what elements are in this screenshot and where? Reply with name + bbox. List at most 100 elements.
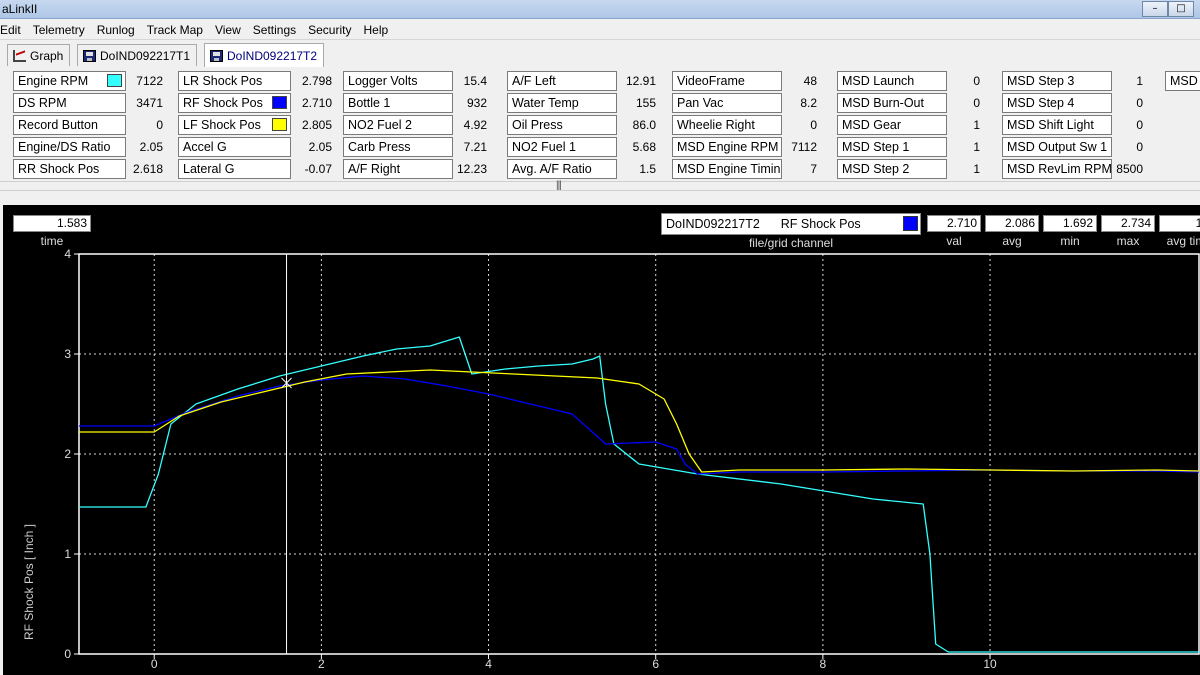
channel-label[interactable]: Oil Press: [507, 115, 617, 135]
stat-label-min: min: [1060, 234, 1080, 248]
channel-label[interactable]: MSD Step 1: [837, 137, 947, 157]
tab-file-t1[interactable]: DoIND092217T1: [77, 44, 198, 66]
channel-label[interactable]: MSD Launch: [837, 71, 947, 91]
channel-label[interactable]: MSD Shift Light: [1002, 115, 1112, 135]
channel-label[interactable]: MSD Step 4: [1002, 93, 1112, 113]
x-tick-label: 0: [151, 657, 158, 671]
channel-label[interactable]: DS RPM: [13, 93, 126, 113]
graph-icon: [13, 49, 26, 62]
channel-label[interactable]: MSD Step 3: [1002, 71, 1112, 91]
series-line-1: [79, 375, 1200, 475]
channel-value: 4.92: [463, 118, 487, 132]
channel-value: 2.805: [301, 118, 332, 132]
y-tick-label: 3: [64, 347, 71, 361]
tab-graph[interactable]: Graph: [7, 44, 71, 66]
channel-label[interactable]: Pan Vac: [672, 93, 782, 113]
y-tick-label: 1: [64, 547, 71, 561]
menu-runlog[interactable]: Runlog: [91, 20, 141, 40]
channel-color-swatch[interactable]: [272, 118, 287, 131]
x-tick-label: 2: [318, 657, 325, 671]
menu-help[interactable]: Help: [357, 20, 394, 40]
stat-value-avg-tim: 12: [1159, 215, 1200, 232]
channel-label[interactable]: Engine/DS Ratio: [13, 137, 126, 157]
channel-label[interactable]: Avg. A/F Ratio: [507, 159, 617, 179]
channel-value: 932: [466, 96, 487, 110]
menu-view[interactable]: View: [209, 20, 247, 40]
channel-value: 1.5: [639, 162, 656, 176]
menu-edit[interactable]: Edit: [0, 20, 27, 40]
stat-label-max: max: [1116, 234, 1140, 248]
channel-label[interactable]: Wheelie Right: [672, 115, 782, 135]
channel-label[interactable]: NO2 Fuel 2: [343, 115, 453, 135]
channel-grid: Engine RPM 7122 DS RPM 3471 Record Button 0 En…: [0, 68, 1200, 182]
channel-value: 0: [1136, 96, 1143, 110]
menu-telemetry[interactable]: Telemetry: [27, 20, 91, 40]
channel-value: 8.2: [800, 96, 817, 110]
channel-label[interactable]: A/F Right: [343, 159, 453, 179]
channel-value: 0: [973, 74, 980, 88]
channel-label[interactable]: Record Button: [13, 115, 126, 135]
channel-label[interactable]: Lateral G: [178, 159, 291, 179]
channel-value: 15.4: [463, 74, 487, 88]
telemetry-chart[interactable]: 0 2 4 6 8 1001234: [3, 205, 1200, 675]
channel-label[interactable]: LR Shock Pos: [178, 71, 291, 91]
menu-track-map[interactable]: Track Map: [141, 20, 209, 40]
channel-label[interactable]: NO2 Fuel 1: [507, 137, 617, 157]
channel-label[interactable]: A/F Left: [507, 71, 617, 91]
channel-value: 2.798: [301, 74, 332, 88]
stat-label-val: val: [946, 234, 962, 248]
x-tick-label: 4: [485, 657, 492, 671]
tab-bar: Graph DoIND092217T1 DoIND092217T2: [0, 41, 1200, 67]
channel-label[interactable]: Logger Volts: [343, 71, 453, 91]
channel-color-swatch[interactable]: [272, 96, 287, 109]
splitter-grip[interactable]: |||: [556, 180, 562, 191]
channel-value: 3471: [136, 96, 163, 110]
channel-value: -0.07: [304, 162, 332, 176]
channel-label[interactable]: MSD RevLim RPM: [1002, 159, 1112, 179]
y-tick-label: 2: [64, 447, 71, 461]
x-tick-label: 6: [652, 657, 659, 671]
stat-value-max: 2.734: [1101, 215, 1155, 232]
channel-label[interactable]: MSD Engine RPM: [672, 137, 782, 157]
menu-settings[interactable]: Settings: [247, 20, 302, 40]
menu-bar: Edit Telemetry Runlog Track Map View Set…: [0, 20, 1200, 40]
channel-label[interactable]: MSD: [1165, 71, 1200, 91]
channel-label[interactable]: MSD Engine Timin: [672, 159, 782, 179]
channel-label[interactable]: MSD Step 2: [837, 159, 947, 179]
channel-label[interactable]: MSD Burn-Out: [837, 93, 947, 113]
channel-value: 7: [810, 162, 817, 176]
maximize-button[interactable]: □: [1168, 1, 1194, 17]
tab-file-t2-label: DoIND092217T2: [227, 48, 318, 63]
channel-label[interactable]: Accel G: [178, 137, 291, 157]
pane-splitter[interactable]: |||: [0, 180, 1200, 191]
channel-label[interactable]: MSD Gear: [837, 115, 947, 135]
x-tick-label: 10: [983, 657, 997, 671]
minimize-button[interactable]: –: [1142, 1, 1168, 17]
channel-value: 48: [803, 74, 817, 88]
channel-label[interactable]: Bottle 1: [343, 93, 453, 113]
channel-value: 0: [1136, 118, 1143, 132]
file-channel-caption: file/grid channel: [748, 236, 834, 250]
tab-file-t2[interactable]: DoIND092217T2: [204, 43, 325, 67]
channel-value: 7122: [136, 74, 163, 88]
menu-security[interactable]: Security: [302, 20, 357, 40]
channel-label[interactable]: RR Shock Pos: [13, 159, 126, 179]
channel-color-swatch[interactable]: [107, 74, 122, 87]
stat-label-avg: avg: [1002, 234, 1022, 248]
disk-icon: [83, 49, 96, 62]
channel-value: 8500: [1116, 162, 1143, 176]
channel-label[interactable]: Carb Press: [343, 137, 453, 157]
channel-label[interactable]: MSD Output Sw 1: [1002, 137, 1112, 157]
channel-label[interactable]: VideoFrame: [672, 71, 782, 91]
channel-value: 2.710: [301, 96, 332, 110]
channel-value: 0: [973, 96, 980, 110]
cursor-time-value: 1.583: [13, 215, 91, 232]
graph-panel[interactable]: 0 2 4 6 8 10 0 1 2 3 4 1.583 time DoIND092217T2 RF…: [3, 205, 1200, 675]
channel-value: 5.68: [632, 140, 656, 154]
file-channel-selector[interactable]: DoIND092217T2 RF Shock Pos: [661, 213, 921, 235]
channel-label[interactable]: Water Temp: [507, 93, 617, 113]
stat-value-avg: 2.086: [985, 215, 1039, 232]
channel-value: 12.23: [456, 162, 487, 176]
channel-value: 1: [1136, 74, 1143, 88]
stat-value-min: 1.692: [1043, 215, 1097, 232]
